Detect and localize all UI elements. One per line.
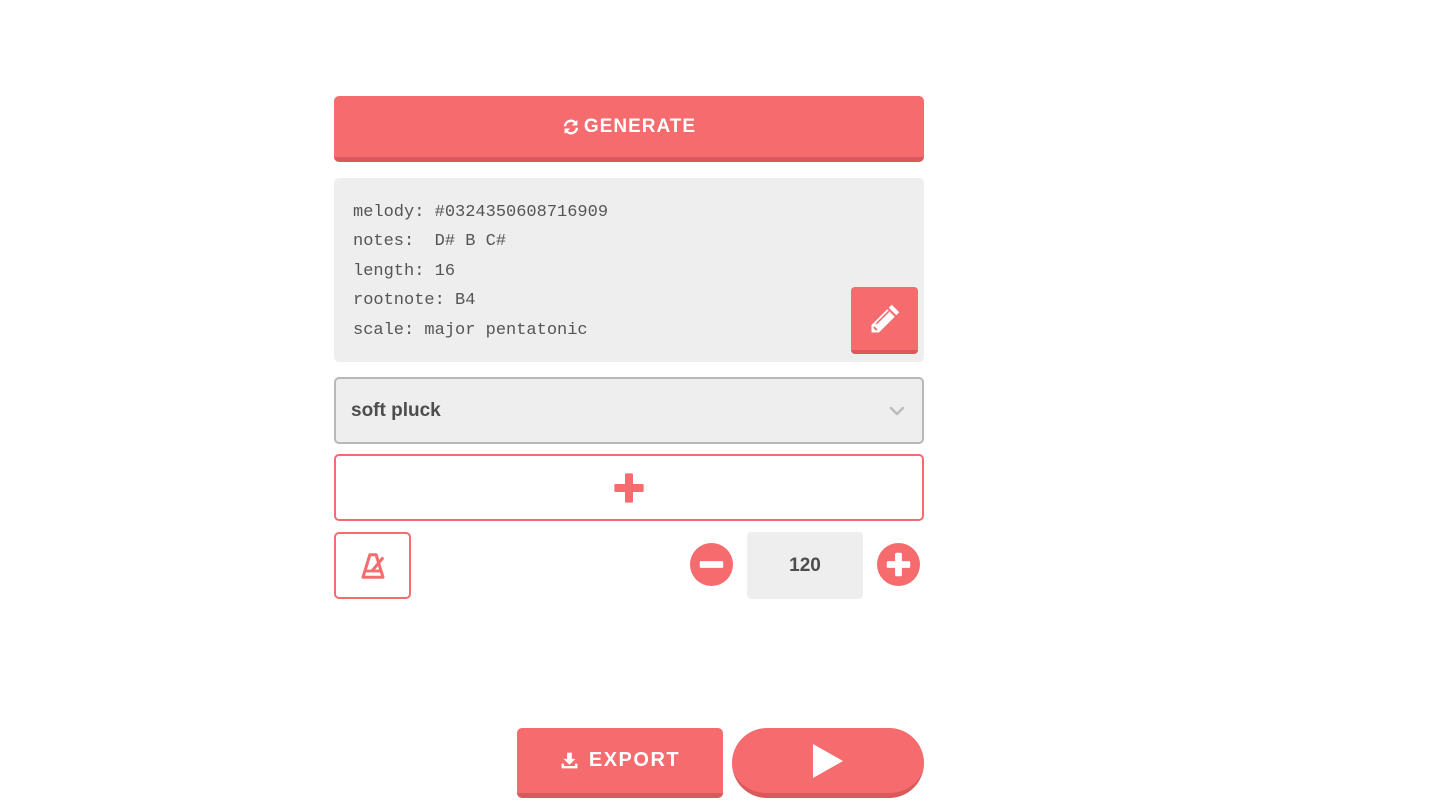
download-icon xyxy=(561,752,578,769)
export-label: EXPORT xyxy=(588,749,681,771)
edit-melody-button[interactable] xyxy=(851,287,918,354)
metronome-toggle-button[interactable] xyxy=(334,532,411,599)
scale-line: scale: major pentatonic xyxy=(353,320,588,340)
play-icon xyxy=(813,743,843,778)
tempo-decrease-button[interactable] xyxy=(690,543,733,586)
minus-circle-icon xyxy=(690,543,733,586)
melody-id-line: melody: #0324350608716909 xyxy=(353,203,609,222)
notes-line: notes: D# B C# xyxy=(353,232,507,252)
refresh-icon xyxy=(563,119,579,134)
add-track-button[interactable] xyxy=(334,454,924,521)
rootnote-line: rootnote: B4 xyxy=(353,291,476,311)
export-button[interactable]: EXPORT xyxy=(517,728,723,798)
melody-info-box: melody: #0324350608716909 notes: D# B C#… xyxy=(334,178,924,362)
pencil-icon xyxy=(871,304,899,332)
play-button[interactable] xyxy=(732,728,924,798)
tempo-increase-button[interactable] xyxy=(877,543,920,586)
tempo-bpm-input[interactable] xyxy=(747,532,863,599)
melody-generator-panel: GENERATE melody: #0324350608716909 notes… xyxy=(334,96,924,599)
tempo-controls xyxy=(334,532,924,599)
instrument-selected-value: soft pluck xyxy=(351,399,441,421)
length-line: length: 16 xyxy=(353,261,456,281)
plus-circle-icon xyxy=(877,543,920,586)
plus-icon xyxy=(614,472,644,503)
instrument-select[interactable]: soft pluck xyxy=(334,377,924,444)
generate-button[interactable]: GENERATE xyxy=(334,96,924,162)
metronome-icon xyxy=(361,552,384,579)
generate-label: GENERATE xyxy=(583,115,697,137)
chevron-down-icon xyxy=(889,406,905,415)
